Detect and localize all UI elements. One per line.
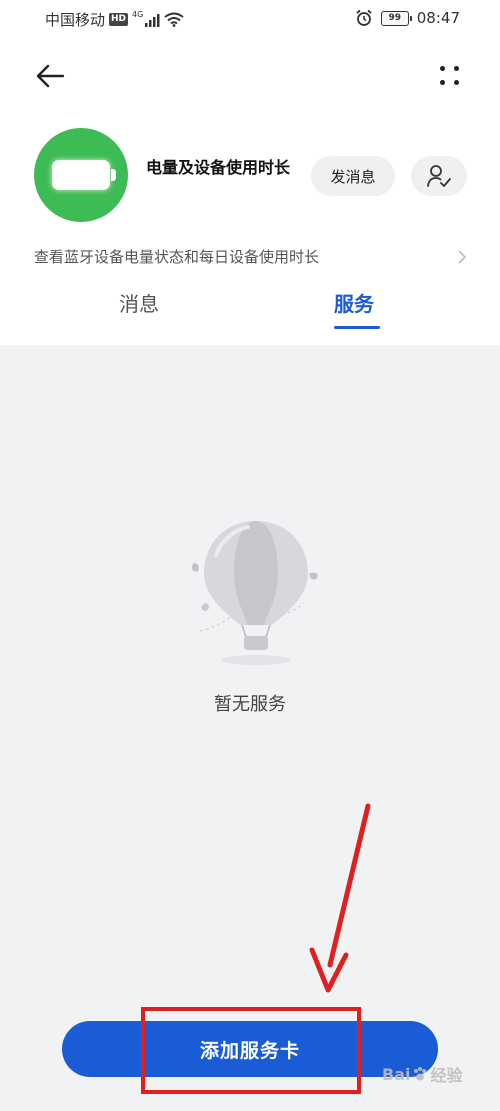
empty-state-text: 暂无服务	[214, 694, 286, 715]
watermark-suffix: 经验	[430, 1066, 463, 1085]
clock-time: 08:47	[416, 9, 460, 27]
app-header-panel: 中国移动 HD 4G 99 08:47 电量及设备使用时长 发消息 查看蓝牙设备…	[0, 0, 500, 345]
hd-badge: HD	[109, 13, 129, 26]
follow-button[interactable]	[411, 156, 467, 196]
more-dots-icon	[440, 80, 445, 85]
battery-icon	[52, 160, 116, 190]
active-tab-indicator	[334, 326, 380, 329]
back-button[interactable]	[32, 58, 68, 94]
user-follow-icon	[427, 165, 451, 187]
wifi-icon	[164, 12, 184, 27]
alarm-icon	[356, 9, 372, 26]
send-message-button[interactable]: 发消息	[311, 156, 395, 196]
service-description-row[interactable]: 查看蓝牙设备电量状态和每日设备使用时长	[34, 245, 474, 269]
battery-indicator: 99	[380, 10, 412, 26]
service-avatar	[34, 128, 128, 222]
service-name: 电量及设备使用时长	[146, 158, 291, 177]
tab-services[interactable]: 服务	[334, 289, 374, 319]
more-options-button[interactable]	[432, 58, 468, 94]
watermark: Bai 经验	[382, 1062, 463, 1086]
carrier-name: 中国移动	[45, 11, 106, 29]
annotation-arrow	[309, 803, 371, 993]
status-right: 99 08:47	[355, 9, 460, 27]
chevron-right-icon	[458, 250, 466, 264]
network-type: 4G	[132, 10, 144, 19]
more-dots-icon	[440, 66, 445, 71]
back-arrow-icon	[36, 64, 65, 88]
more-dots-icon	[454, 80, 459, 85]
hot-air-balloon-icon	[191, 521, 318, 665]
tab-messages[interactable]: 消息	[119, 289, 159, 319]
paw-icon	[414, 1067, 427, 1081]
service-description: 查看蓝牙设备电量状态和每日设备使用时长	[34, 248, 320, 266]
signal-icon	[145, 13, 160, 27]
watermark-text: Bai	[382, 1064, 411, 1084]
more-dots-icon	[454, 66, 459, 71]
status-bar: 中国移动 HD 4G 99 08:47	[0, 0, 500, 38]
status-left: 中国移动 HD 4G	[45, 9, 184, 30]
